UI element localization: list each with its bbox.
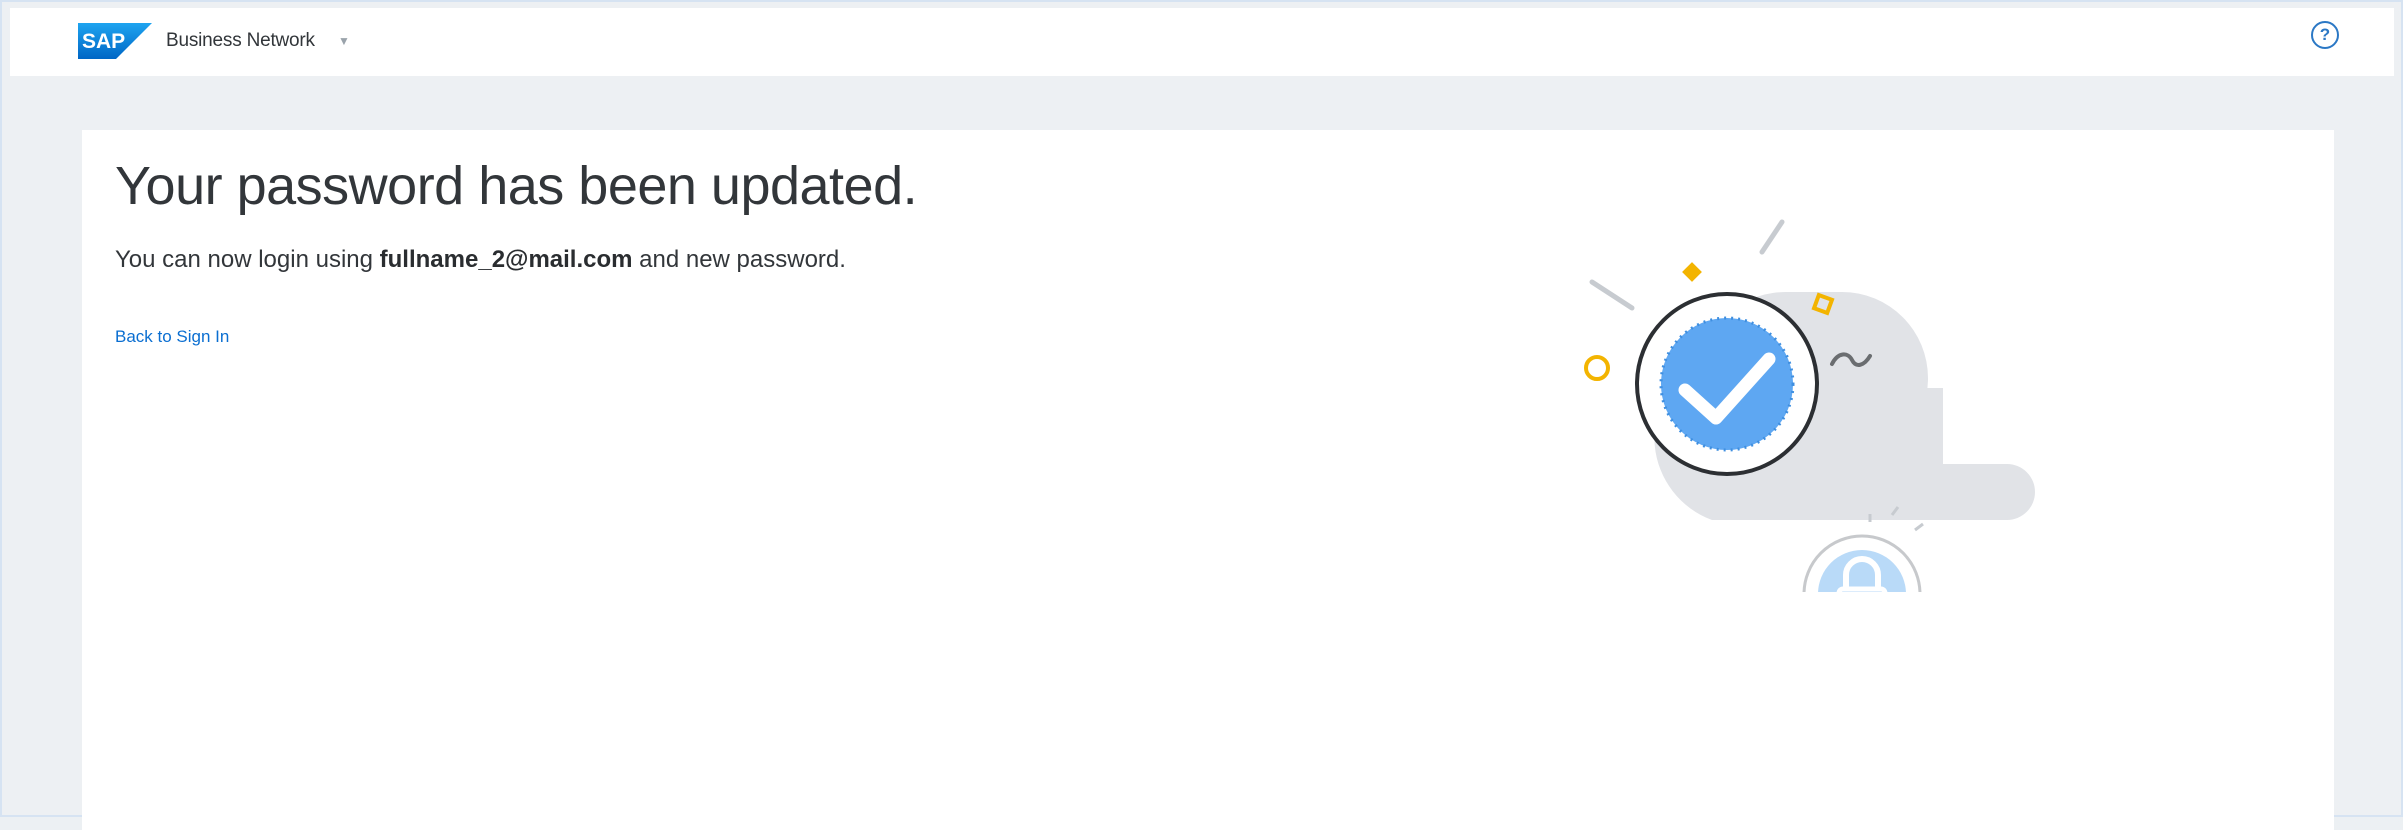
sap-logo: SAP	[78, 23, 152, 59]
sparkle-circle-yellow	[1584, 355, 1610, 381]
message-suffix: and new password.	[632, 246, 846, 273]
page-frame: SAP Business Network ▼ ? Your password h…	[0, 0, 2403, 830]
sparkle-line-top	[1759, 219, 1785, 255]
back-to-sign-in-link[interactable]: Back to Sign In	[115, 327, 229, 347]
shell-header: SAP Business Network ▼ ?	[10, 8, 2394, 76]
success-message: You can now login using fullname_2@mail.…	[115, 246, 846, 274]
help-icon[interactable]: ?	[2311, 21, 2339, 49]
sparkle-line-left	[1589, 279, 1635, 311]
page-title: Your password has been updated.	[115, 156, 918, 216]
message-prefix: You can now login using	[115, 246, 380, 273]
chevron-down-icon[interactable]: ▼	[338, 34, 350, 48]
product-name[interactable]: Business Network	[166, 30, 315, 52]
success-check-icon	[1635, 292, 1819, 476]
password-success-illustration	[1584, 219, 2035, 592]
sap-logo-text: SAP	[82, 30, 125, 53]
sparkle-diamond-yellow	[1682, 262, 1702, 282]
message-email: fullname_2@mail.com	[379, 246, 633, 273]
